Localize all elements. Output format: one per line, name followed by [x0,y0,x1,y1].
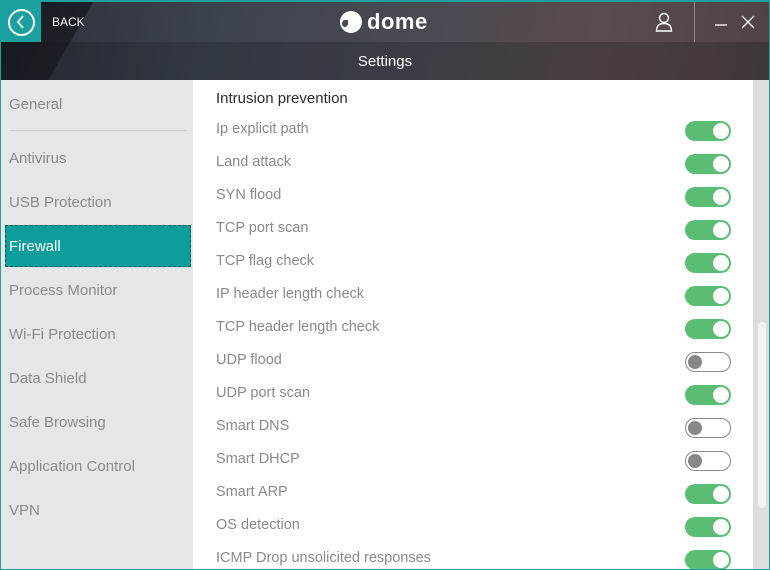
page-header: Settings [1,42,769,80]
setting-row: TCP port scan [193,213,753,246]
setting-label: TCP flag check [216,253,315,269]
toggle-knob [688,420,702,435]
setting-toggle[interactable] [685,451,731,471]
sidebar-item-label: Wi-Fi Protection [9,325,116,343]
sidebar-item-firewall[interactable]: Firewall [5,225,191,267]
page-title: Settings [357,52,413,70]
toggle-knob [713,189,729,205]
setting-label: ICMP Drop unsolicited responses [216,550,431,566]
setting-row: UDP port scan [193,378,753,411]
logo-text: dome [367,9,428,34]
setting-row: OS detection [193,510,753,543]
setting-row: Smart DNS [193,411,753,444]
scrollbar-thumb[interactable] [758,322,766,508]
app-logo: dome [340,9,428,35]
toggle-knob [713,519,729,535]
minimize-icon [715,24,727,26]
back-button[interactable] [1,2,41,42]
close-icon [741,15,755,29]
sidebar-item-label: Process Monitor [9,281,118,299]
setting-toggle[interactable] [685,418,731,438]
setting-label: IP header length check [216,286,365,302]
setting-row: Ip explicit path [193,114,753,147]
toggle-knob [713,321,729,337]
sidebar-item-label: Application Control [9,457,135,475]
toggle-knob [713,123,729,139]
setting-toggle[interactable] [685,121,731,141]
app-window: BACK dome Settings General Antivirus USB… [0,0,770,570]
setting-row: Land attack [193,147,753,180]
sidebar-item-label: Safe Browsing [9,413,106,431]
setting-row: IP header length check [193,279,753,312]
setting-label: OS detection [216,517,300,533]
sidebar-item-vpn[interactable]: VPN [5,489,191,531]
sidebar-item-label: Data Shield [9,369,87,387]
setting-label: TCP header length check [216,319,380,335]
toggle-knob [713,552,729,568]
user-icon [655,12,673,32]
top-bar: BACK dome [1,2,769,42]
setting-toggle[interactable] [685,154,731,174]
setting-label: Smart DNS [216,418,290,434]
toggle-knob [713,486,729,502]
scrollbar[interactable] [753,80,769,569]
sidebar-item-label: Firewall [9,237,61,255]
user-account-button[interactable] [653,11,675,33]
setting-toggle[interactable] [685,352,731,372]
chevron-left-circle-icon [7,8,35,36]
toggle-knob [688,354,702,369]
setting-label: Smart DHCP [216,451,300,467]
sidebar-item-data-shield[interactable]: Data Shield [5,357,191,399]
setting-toggle[interactable] [685,550,731,569]
sidebar-item-general[interactable]: General [5,83,191,125]
setting-label: UDP port scan [216,385,311,401]
setting-label: Ip explicit path [216,121,309,137]
sidebar-item-label: USB Protection [9,193,112,211]
sidebar-item-antivirus[interactable]: Antivirus [5,137,191,179]
setting-label: Land attack [216,154,291,170]
setting-row: UDP flood [193,345,753,378]
header-divider [694,2,695,42]
setting-toggle[interactable] [685,385,731,405]
sidebar-item-process-monitor[interactable]: Process Monitor [5,269,191,311]
sidebar-item-wifi-protection[interactable]: Wi-Fi Protection [5,313,191,355]
setting-row: Smart ARP [193,477,753,510]
setting-toggle[interactable] [685,187,731,207]
toggle-knob [713,156,729,172]
setting-toggle[interactable] [685,484,731,504]
setting-row: ICMP Drop unsolicited responses [193,543,753,569]
setting-row: Smart DHCP [193,444,753,477]
sidebar-item-application-control[interactable]: Application Control [5,445,191,487]
sidebar-item-label: Antivirus [9,149,67,167]
setting-toggle[interactable] [685,220,731,240]
toggle-knob [688,453,702,468]
setting-label: Smart ARP [216,484,288,500]
sidebar-item-label: General [9,95,63,113]
setting-label: UDP flood [216,352,282,368]
toggle-knob [713,222,729,238]
toggle-knob [713,255,729,271]
toggle-knob [713,288,729,304]
setting-label: SYN flood [216,187,282,203]
sidebar-item-safe-browsing[interactable]: Safe Browsing [5,401,191,443]
close-button[interactable] [740,14,756,30]
sidebar: General Antivirus USB Protection Firewal… [1,80,193,569]
settings-content: Intrusion prevention Ip explicit path Lan… [193,80,753,569]
toggle-knob [713,387,729,403]
minimize-button[interactable] [713,14,729,30]
setting-row: SYN flood [193,180,753,213]
setting-toggle[interactable] [685,253,731,273]
sidebar-item-label: VPN [9,501,40,519]
panda-logo-icon [340,11,362,33]
setting-row: TCP header length check [193,312,753,345]
back-label[interactable]: BACK [52,15,85,29]
section-title: Intrusion prevention [216,90,348,107]
setting-label: TCP port scan [216,220,309,236]
sidebar-divider [9,130,187,131]
setting-toggle[interactable] [685,517,731,537]
setting-toggle[interactable] [685,319,731,339]
setting-row: TCP flag check [193,246,753,279]
setting-toggle[interactable] [685,286,731,306]
sidebar-item-usb-protection[interactable]: USB Protection [5,181,191,223]
